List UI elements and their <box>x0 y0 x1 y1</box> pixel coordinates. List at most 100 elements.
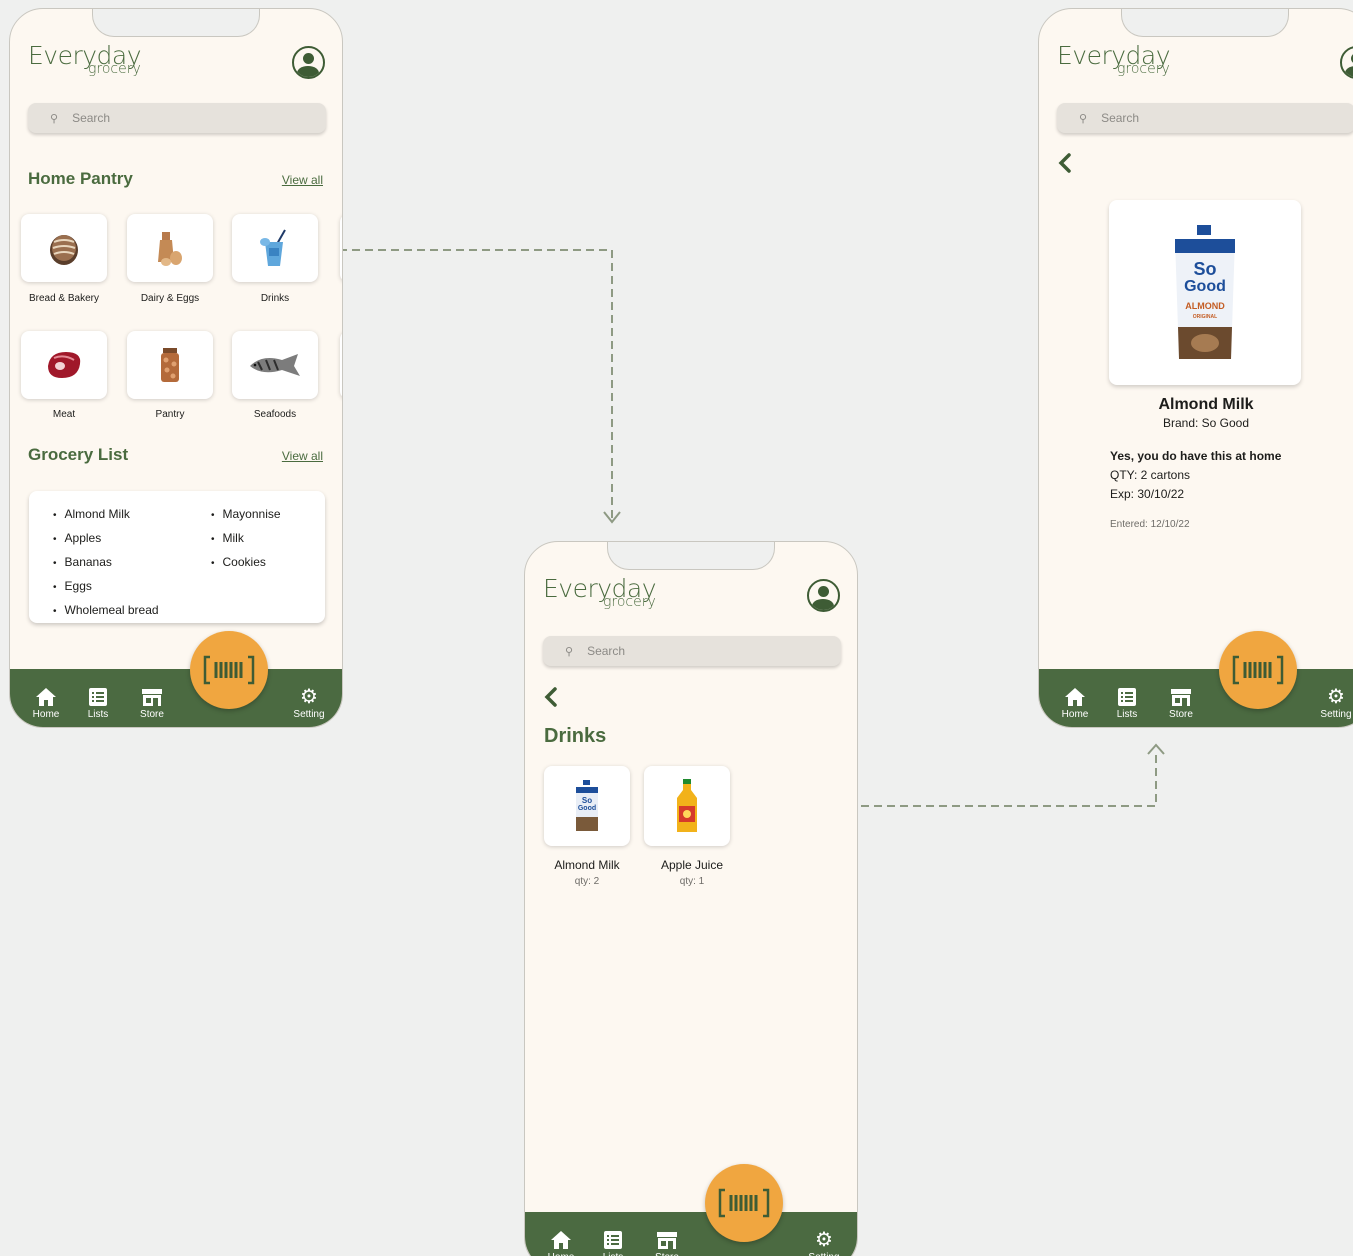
pantry-view-all-link[interactable]: View all <box>282 173 323 187</box>
grocery-view-all-link[interactable]: View all <box>282 449 323 463</box>
app-logo: Everyday grocery <box>1057 41 1171 77</box>
avatar-icon[interactable] <box>1340 46 1353 79</box>
home-icon <box>551 1231 571 1249</box>
dairy-eggs-icon <box>158 232 182 266</box>
category-label: Bread & Bakery <box>28 293 100 304</box>
svg-text:Good: Good <box>578 805 596 812</box>
tab-lists[interactable]: Lists <box>1105 687 1149 720</box>
search-placeholder: Search <box>1101 111 1140 125</box>
svg-text:Good: Good <box>1184 278 1226 295</box>
category-tile-seafoods[interactable] <box>232 331 318 399</box>
list-item: Apples <box>53 527 159 551</box>
product-brand: Brand: So Good <box>1162 416 1250 430</box>
tab-home[interactable]: Home <box>1053 687 1097 720</box>
category-label: Drinks <box>260 293 290 304</box>
almond-milk-carton-image: So Good ALMOND ORIGINAL <box>1175 224 1235 359</box>
svg-text:ORIGINAL: ORIGINAL <box>1193 314 1217 320</box>
apple-juice-bottle-icon <box>677 779 697 832</box>
bottom-tab-bar: Home Lists Store ⚙ Setting <box>1039 669 1353 727</box>
tab-home[interactable]: Home <box>539 1230 583 1256</box>
grocery-list-card[interactable]: Almond Milk Apples Bananas Eggs Wholemea… <box>29 491 325 623</box>
search-icon: ⚲ <box>1079 112 1088 125</box>
tab-setting[interactable]: ⚙ Setting <box>1314 687 1353 720</box>
scan-barcode-button[interactable] <box>1219 631 1297 709</box>
barcode-icon <box>1232 655 1284 685</box>
svg-text:ALMOND: ALMOND <box>1185 301 1225 311</box>
svg-text:So: So <box>582 796 592 805</box>
category-label: Pantry <box>155 409 185 420</box>
back-chevron-icon[interactable] <box>543 686 559 708</box>
barcode-icon <box>718 1188 770 1218</box>
tab-setting[interactable]: ⚙ Setting <box>287 687 331 720</box>
category-tile-meat[interactable] <box>21 331 107 399</box>
bread-icon <box>50 235 78 265</box>
product-name: Almond Milk <box>554 858 620 872</box>
list-item: Eggs <box>53 575 159 599</box>
list-item: Almond Milk <box>53 503 159 527</box>
bottom-tab-bar: Home Lists Store ⚙ Setting <box>10 669 342 727</box>
page-title: Drinks <box>544 725 607 747</box>
list-item: Bananas <box>53 551 159 575</box>
list-item: Wholemeal bread <box>53 599 159 623</box>
list-icon <box>89 688 107 706</box>
store-icon <box>657 1232 677 1249</box>
avatar-icon[interactable] <box>807 579 840 612</box>
quantity-value: QTY: 2 cartons <box>1110 468 1191 482</box>
fish-icon <box>250 354 300 376</box>
phone-notch <box>1121 9 1289 37</box>
avatar-icon[interactable] <box>292 46 325 79</box>
store-icon <box>1171 689 1191 706</box>
tab-store[interactable]: Store <box>645 1230 689 1256</box>
list-icon <box>604 1231 622 1249</box>
entered-date: Entered: 12/10/22 <box>1110 519 1190 530</box>
category-label: Seafoods <box>253 409 297 420</box>
bottom-tab-bar: Home Lists Store ⚙ Setting <box>525 1212 857 1256</box>
category-tile-pantry[interactable] <box>127 331 213 399</box>
scan-barcode-button[interactable] <box>190 631 268 709</box>
expiry-date: Exp: 30/10/22 <box>1110 487 1185 501</box>
category-label: Dairy & Eggs <box>140 293 200 304</box>
tab-home[interactable]: Home <box>24 687 68 720</box>
product-tile-apple-juice[interactable] <box>644 766 730 846</box>
tab-lists[interactable]: Lists <box>591 1230 635 1256</box>
home-pantry-title: Home Pantry <box>28 169 133 188</box>
product-tile-almond-milk[interactable]: So Good <box>544 766 630 846</box>
scan-barcode-button[interactable] <box>705 1164 783 1242</box>
tab-lists[interactable]: Lists <box>76 687 120 720</box>
category-tile-drinks[interactable] <box>232 214 318 282</box>
availability-status: Yes, you do have this at home <box>1110 449 1282 463</box>
search-icon: ⚲ <box>50 112 59 125</box>
tab-store[interactable]: Store <box>1159 687 1203 720</box>
almond-milk-carton-icon: So Good <box>576 780 598 831</box>
back-chevron-icon[interactable] <box>1057 152 1073 174</box>
search-placeholder: Search <box>72 111 111 125</box>
tab-store[interactable]: Store <box>130 687 174 720</box>
category-tile-overflow <box>340 331 342 399</box>
drinks-icon <box>260 229 286 266</box>
category-tile-bread[interactable] <box>21 214 107 282</box>
product-image-card: So Good ALMOND ORIGINAL <box>1109 200 1301 385</box>
search-input[interactable]: ⚲ Search <box>543 636 841 666</box>
phone-notch <box>92 9 260 37</box>
home-icon <box>1065 688 1085 706</box>
app-logo: Everyday grocery <box>28 41 142 77</box>
product-detail-screen: Everyday grocery ⚲ Search So Good ALMOND… <box>1038 8 1353 728</box>
gear-icon: ⚙ <box>815 1229 833 1251</box>
tab-setting[interactable]: ⚙ Setting <box>802 1230 846 1256</box>
store-icon <box>142 689 162 706</box>
search-input[interactable]: ⚲ Search <box>28 103 326 133</box>
search-placeholder: Search <box>587 644 626 658</box>
drinks-screen: Everyday grocery ⚲ Search Drinks So Good… <box>524 541 858 1256</box>
gear-icon: ⚙ <box>300 686 318 708</box>
meat-icon <box>48 352 81 378</box>
grocery-list-right: Mayonnise Milk Cookies <box>211 503 281 575</box>
barcode-icon <box>203 655 255 685</box>
search-icon: ⚲ <box>565 645 574 658</box>
list-item: Cookies <box>211 551 281 575</box>
product-qty: qty: 2 <box>574 876 600 887</box>
category-tile-dairy[interactable] <box>127 214 213 282</box>
search-input[interactable]: ⚲ Search <box>1057 103 1353 133</box>
gear-icon: ⚙ <box>1327 686 1345 708</box>
phone-notch <box>607 542 775 570</box>
pantry-jar-icon <box>161 348 179 382</box>
